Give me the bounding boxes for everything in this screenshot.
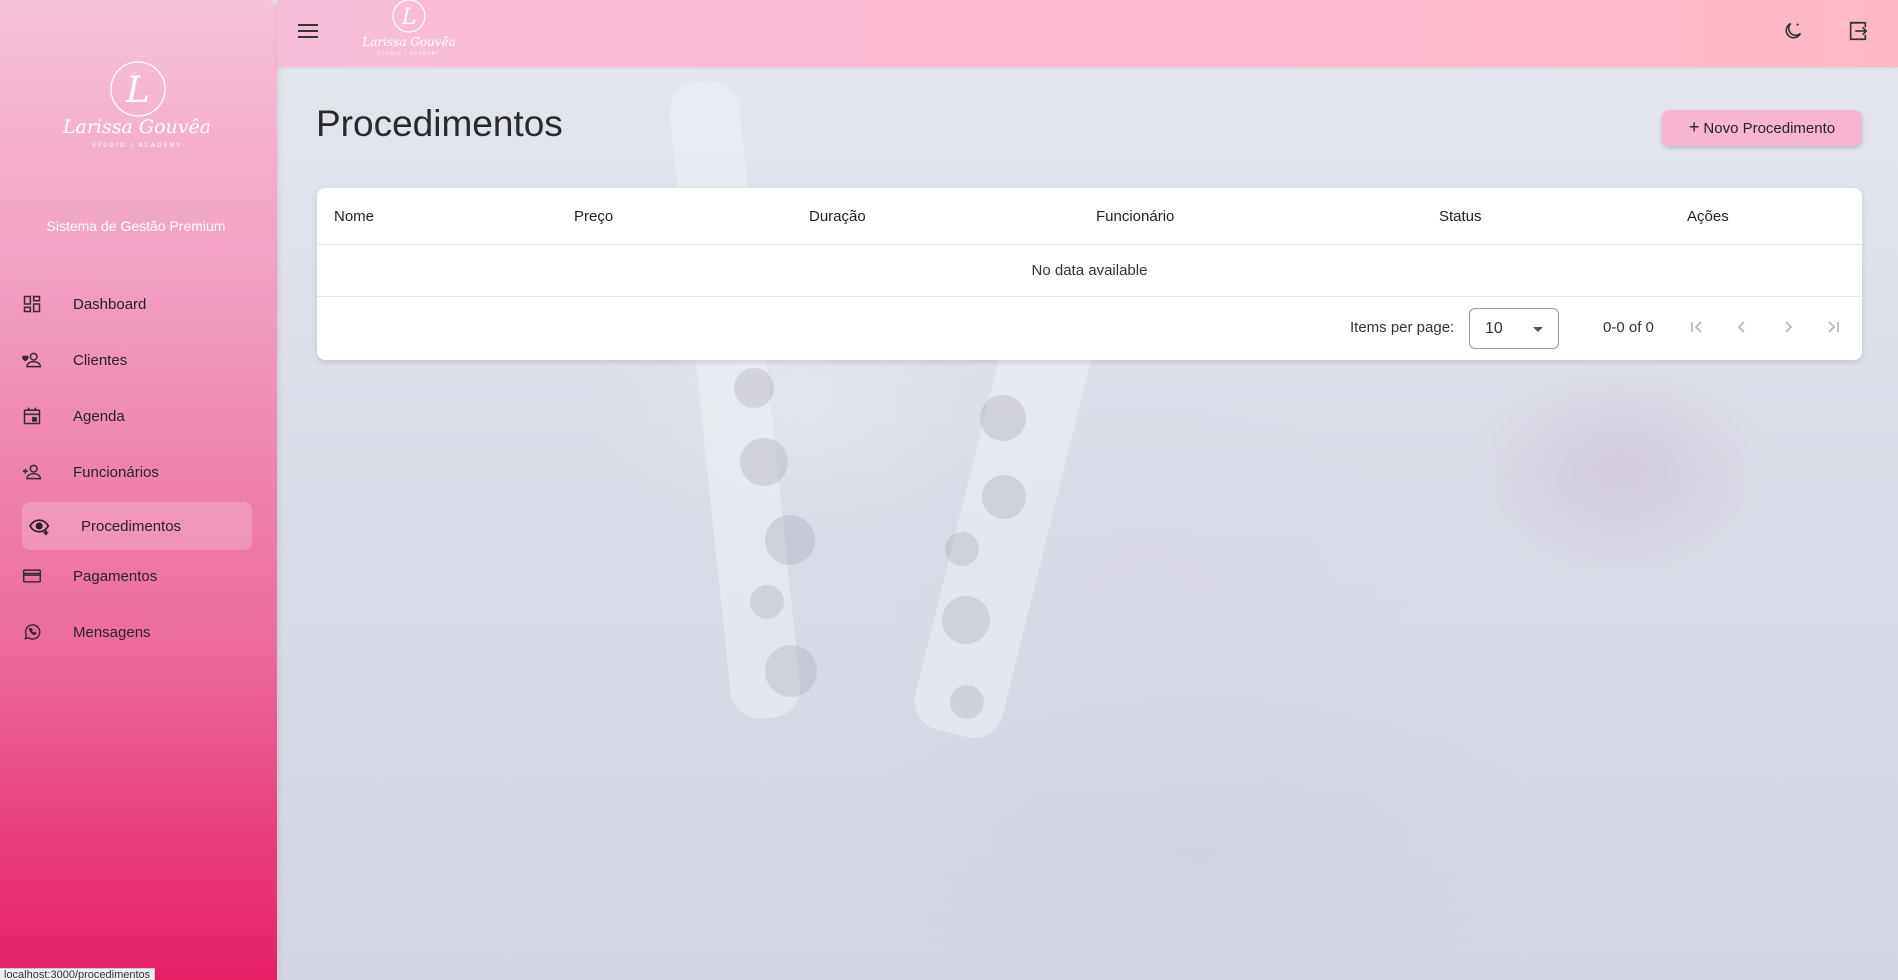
svg-text:L: L — [125, 70, 150, 111]
sidebar-item-dashboard[interactable]: Dashboard — [20, 280, 252, 328]
person-add-icon — [20, 460, 44, 484]
plus-icon: + — [1688, 117, 1700, 137]
sidebar-item-label: Pagamentos — [73, 567, 158, 585]
sidebar-item-pagamentos[interactable]: Pagamentos — [20, 552, 252, 600]
svg-text:Larissa Gouvêa: Larissa Gouvêa — [62, 116, 211, 138]
whatsapp-icon — [20, 620, 44, 644]
page-range-label: 0-0 of 0 — [1603, 319, 1654, 336]
items-per-page-label: Items per page: — [1350, 319, 1455, 336]
column-header-status[interactable]: Status — [1439, 208, 1482, 225]
empty-state-row: No data available — [317, 245, 1862, 297]
svg-text:STUDIO / ACADEMY: STUDIO / ACADEMY — [378, 51, 441, 56]
menu-icon — [298, 23, 318, 44]
next-page-button[interactable] — [1768, 309, 1808, 349]
chevron-right-icon — [1780, 319, 1796, 340]
svg-text:STUDIO / ACADEMY: STUDIO / ACADEMY — [92, 142, 182, 149]
dashboard-icon — [20, 292, 44, 316]
sidebar-item-label: Funcionários — [73, 463, 159, 481]
items-per-page-select[interactable]: 10 — [1469, 308, 1559, 349]
dropdown-arrow-icon — [1533, 327, 1543, 332]
column-header-funcionario[interactable]: Funcionário — [1096, 208, 1174, 225]
sidebar-item-label: Dashboard — [73, 295, 147, 313]
svg-text:L: L — [401, 5, 417, 30]
app-tagline: Sistema de Gestão Premium — [46, 218, 226, 234]
sidebar-item-label: Procedimentos — [81, 517, 182, 535]
moon-icon — [1782, 20, 1804, 47]
chevron-left-icon — [1734, 319, 1750, 340]
logout-button[interactable] — [1838, 13, 1878, 53]
page-size-value: 10 — [1485, 320, 1503, 337]
sidebar-item-clientes[interactable]: Clientes — [20, 336, 252, 384]
last-page-icon — [1825, 319, 1841, 340]
browser-status-url: localhost:3000/procedimentos — [0, 968, 156, 980]
sidebar-item-mensagens[interactable]: Mensagens — [20, 608, 252, 656]
table-header: Nome Preço Duração Funcionário Status Aç… — [317, 188, 1862, 245]
logout-icon — [1847, 20, 1869, 47]
page-title: Procedimentos — [316, 103, 563, 144]
column-header-nome[interactable]: Nome — [334, 208, 374, 225]
brand-logo[interactable]: L Larissa Gouvêa STUDIO / ACADEMY — [62, 58, 212, 158]
eye-plus-icon — [28, 514, 52, 538]
sidebar: L Larissa Gouvêa STUDIO / ACADEMY Sistem… — [0, 0, 277, 980]
sidebar-item-label: Agenda — [73, 407, 125, 425]
person-heart-icon — [20, 348, 44, 372]
theme-toggle-button[interactable] — [1773, 13, 1813, 53]
sidebar-item-label: Mensagens — [73, 623, 151, 641]
background-photo — [0, 0, 1898, 980]
paginator: Items per page: 10 0-0 of 0 — [317, 297, 1862, 360]
credit-card-icon — [20, 564, 44, 588]
svg-text:Larissa Gouvêa: Larissa Gouvêa — [361, 35, 456, 49]
top-app-bar: L Larissa Gouvêa STUDIO / ACADEMY — [277, 0, 1898, 67]
sidebar-item-procedimentos[interactable]: Procedimentos — [22, 502, 252, 550]
previous-page-button[interactable] — [1722, 309, 1762, 349]
last-page-button[interactable] — [1813, 309, 1853, 349]
procedures-table: Nome Preço Duração Funcionário Status Aç… — [317, 188, 1862, 360]
menu-toggle-button[interactable] — [288, 13, 328, 53]
sidebar-item-funcionarios[interactable]: Funcionários — [20, 448, 252, 496]
column-header-duracao[interactable]: Duração — [809, 208, 866, 225]
column-header-preco[interactable]: Preço — [574, 208, 613, 225]
first-page-icon — [1689, 319, 1705, 340]
calendar-icon — [20, 404, 44, 428]
topbar-logo[interactable]: L Larissa Gouvêa STUDIO / ACADEMY — [361, 0, 457, 62]
new-procedure-button[interactable]: + Novo Procedimento — [1662, 110, 1862, 146]
sidebar-item-agenda[interactable]: Agenda — [20, 392, 252, 440]
first-page-button[interactable] — [1677, 309, 1717, 349]
sidebar-item-label: Clientes — [73, 351, 128, 369]
new-procedure-label: Novo Procedimento — [1703, 119, 1836, 137]
column-header-acoes: Ações — [1687, 208, 1729, 225]
